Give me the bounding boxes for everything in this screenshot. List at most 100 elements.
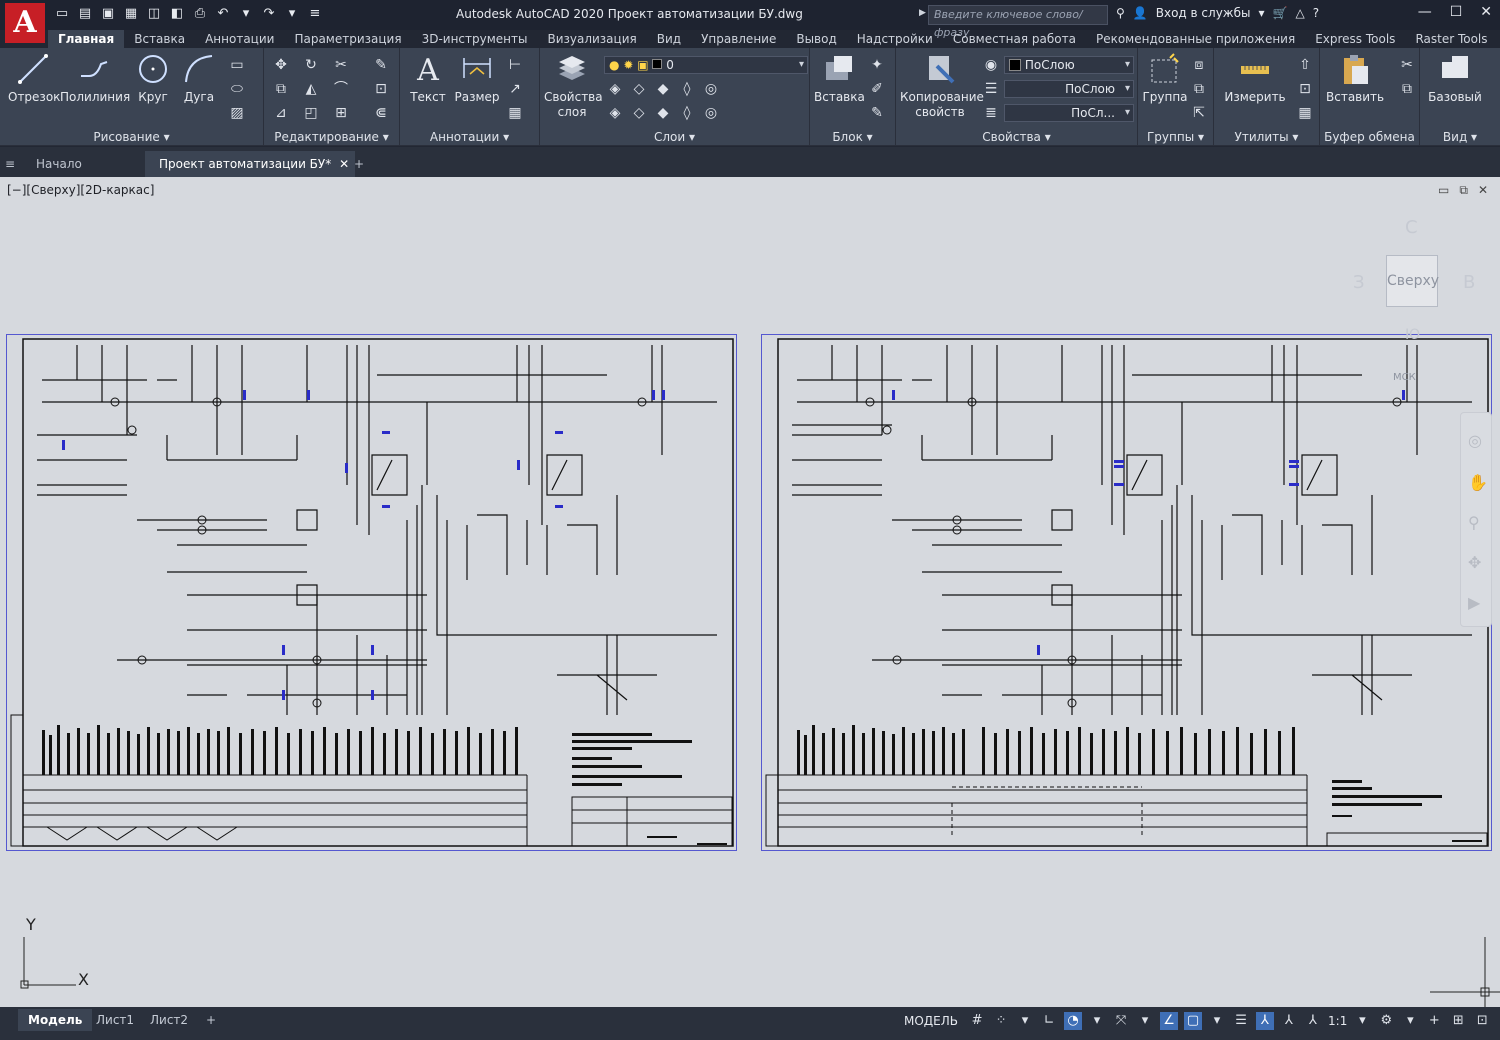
- linear-dim-icon[interactable]: ⊢: [506, 56, 524, 74]
- redo-dropdown-icon[interactable]: ▾: [284, 6, 300, 22]
- paste-button[interactable]: Вставить: [1326, 52, 1384, 105]
- hatch-icon[interactable]: ▨: [228, 104, 246, 122]
- text-button[interactable]: A Текст: [408, 52, 448, 105]
- autocad-logo[interactable]: A: [5, 3, 45, 43]
- scale-icon[interactable]: ◰: [302, 104, 320, 122]
- layer-unlock-icon[interactable]: ◊: [678, 104, 696, 122]
- block-attributes-icon[interactable]: ✎: [868, 104, 886, 122]
- base-view-button[interactable]: Базовый: [1426, 52, 1484, 105]
- ribbon-tab-insert[interactable]: Вставка: [124, 30, 195, 48]
- new-tab-button[interactable]: +: [340, 151, 378, 177]
- group-edit-icon[interactable]: ⧉: [1190, 80, 1208, 98]
- annotation-monitor-icon[interactable]: +: [1425, 1012, 1443, 1030]
- ribbon-tab-express-tools[interactable]: Express Tools: [1305, 30, 1405, 48]
- isometric-icon[interactable]: ⤧: [1112, 1012, 1130, 1030]
- layout-tab-model[interactable]: Модель: [18, 1009, 93, 1031]
- layout-tab-sheet1[interactable]: Лист1: [86, 1009, 144, 1031]
- trim-icon[interactable]: ✂: [332, 56, 350, 74]
- maximize-icon[interactable]: ☐: [1450, 4, 1463, 20]
- viewcube-east[interactable]: В: [1463, 272, 1475, 293]
- web-open-icon[interactable]: ◫: [146, 6, 162, 22]
- snap-icon[interactable]: ⁘: [992, 1012, 1010, 1030]
- ribbon-tab-view[interactable]: Вид: [647, 30, 691, 48]
- panel-groups-title[interactable]: Группы ▾: [1138, 130, 1213, 144]
- save-icon[interactable]: ▣: [100, 6, 116, 22]
- annotation-scale-value[interactable]: 1:1: [1328, 1014, 1347, 1028]
- ribbon-tab-addins[interactable]: Надстройки: [847, 30, 943, 48]
- viewport-restore-icon[interactable]: ⧉: [1459, 183, 1468, 198]
- layer-previous-icon[interactable]: ◎: [702, 104, 720, 122]
- offset-icon[interactable]: ⋐: [372, 104, 390, 122]
- table-icon[interactable]: ▦: [506, 104, 524, 122]
- ribbon-tab-home[interactable]: Главная: [48, 30, 125, 48]
- help-icon[interactable]: ?: [1313, 6, 1319, 20]
- select-all-icon[interactable]: ⊡: [1296, 80, 1314, 98]
- layer-freeze-icon[interactable]: ◆: [654, 80, 672, 98]
- customize-qat-icon[interactable]: ≡: [307, 6, 323, 22]
- scale-dropdown-icon[interactable]: ▾: [1353, 1012, 1371, 1030]
- drawing-sheet-left[interactable]: [6, 334, 737, 851]
- zoom-icon[interactable]: ⚲: [1468, 513, 1480, 532]
- copy-icon[interactable]: ⧉: [272, 80, 290, 98]
- panel-block-title[interactable]: Блок ▾: [810, 130, 895, 144]
- add-layout-button[interactable]: +: [196, 1009, 226, 1031]
- drawing-sheet-right[interactable]: [761, 334, 1492, 851]
- cut-icon[interactable]: ✂: [1398, 56, 1416, 74]
- array-icon[interactable]: ⊞: [332, 104, 350, 122]
- annotation-visibility-icon[interactable]: ⅄: [1256, 1012, 1275, 1030]
- workspace-gear-icon[interactable]: ⚙: [1377, 1012, 1395, 1030]
- insert-block-button[interactable]: Вставка: [814, 52, 865, 105]
- ribbon-tab-3d-tools[interactable]: 3D-инструменты: [412, 30, 538, 48]
- minimize-icon[interactable]: —: [1418, 4, 1432, 20]
- polar-dropdown-icon[interactable]: ▾: [1088, 1012, 1106, 1030]
- layer-isolate-icon[interactable]: ◇: [630, 80, 648, 98]
- linetype-dropdown[interactable]: ПоСлою: [1004, 80, 1134, 98]
- rotate-icon[interactable]: ↻: [302, 56, 320, 74]
- ucs-menu[interactable]: МСК: [1393, 372, 1416, 383]
- viewcube-north[interactable]: С: [1405, 217, 1418, 238]
- tab-current-drawing[interactable]: Проект автоматизации БУ* ✕: [145, 151, 356, 177]
- erase-icon[interactable]: ✎: [372, 56, 390, 74]
- layer-match-icon[interactable]: ◎: [702, 80, 720, 98]
- ellipse-icon[interactable]: ⬭: [228, 80, 246, 98]
- panel-annotation-title[interactable]: Аннотации ▾: [400, 130, 539, 144]
- measure-button[interactable]: Измерить: [1222, 52, 1288, 105]
- ribbon-tab-manage[interactable]: Управление: [691, 30, 786, 48]
- layout-tab-sheet2[interactable]: Лист2: [140, 1009, 198, 1031]
- quick-select-icon[interactable]: ⇧: [1296, 56, 1314, 74]
- ribbon-tab-visualize[interactable]: Визуализация: [537, 30, 646, 48]
- layer-thaw-icon[interactable]: ◆: [654, 104, 672, 122]
- units-icon[interactable]: ⊞: [1449, 1012, 1467, 1030]
- ribbon-tab-featured-apps[interactable]: Рекомендованные приложения: [1086, 30, 1305, 48]
- viewcube-face-top[interactable]: Сверху: [1386, 255, 1439, 307]
- color-dropdown[interactable]: ПоСлою: [1004, 56, 1134, 74]
- pan-icon[interactable]: ✋: [1468, 473, 1488, 492]
- steering-wheel-icon[interactable]: ◎: [1468, 431, 1482, 450]
- panel-properties-title[interactable]: Свойства ▾: [896, 130, 1137, 144]
- stretch-icon[interactable]: ⊿: [272, 104, 290, 122]
- workspace-dropdown-icon[interactable]: ▾: [1401, 1012, 1419, 1030]
- sign-in-button[interactable]: Вход в службы: [1156, 6, 1251, 20]
- circle-button[interactable]: Круг: [132, 52, 174, 105]
- grid-icon[interactable]: #: [968, 1012, 986, 1030]
- group-button[interactable]: Группа: [1142, 52, 1188, 105]
- ribbon-tab-output[interactable]: Вывод: [786, 30, 846, 48]
- annotation-scale-icon[interactable]: ⅄: [1304, 1012, 1322, 1030]
- viewport-close-icon[interactable]: ✕: [1478, 183, 1488, 198]
- autodesk-a360-icon[interactable]: △: [1295, 6, 1304, 20]
- tab-menu-icon[interactable]: ≡: [5, 151, 15, 177]
- calculator-icon[interactable]: ▦: [1296, 104, 1314, 122]
- panel-layers-title[interactable]: Слои ▾: [540, 130, 809, 144]
- ribbon-tab-collaborate[interactable]: Совместная работа: [943, 30, 1086, 48]
- layer-on-icon[interactable]: ◈: [606, 104, 624, 122]
- cart-icon[interactable]: 🛒: [1273, 6, 1288, 20]
- copy-clip-icon[interactable]: ⧉: [1398, 80, 1416, 98]
- layer-dropdown[interactable]: ● ✹ ▣ 0: [604, 56, 808, 74]
- mirror-icon[interactable]: ◭: [302, 80, 320, 98]
- viewcube-south[interactable]: Ю: [1405, 327, 1420, 343]
- undo-icon[interactable]: ↶: [215, 6, 231, 22]
- create-block-icon[interactable]: ✦: [868, 56, 886, 74]
- panel-draw-title[interactable]: Рисование ▾: [0, 130, 263, 144]
- viewcube-west[interactable]: З: [1353, 272, 1365, 293]
- showmotion-icon[interactable]: ▶: [1468, 593, 1480, 612]
